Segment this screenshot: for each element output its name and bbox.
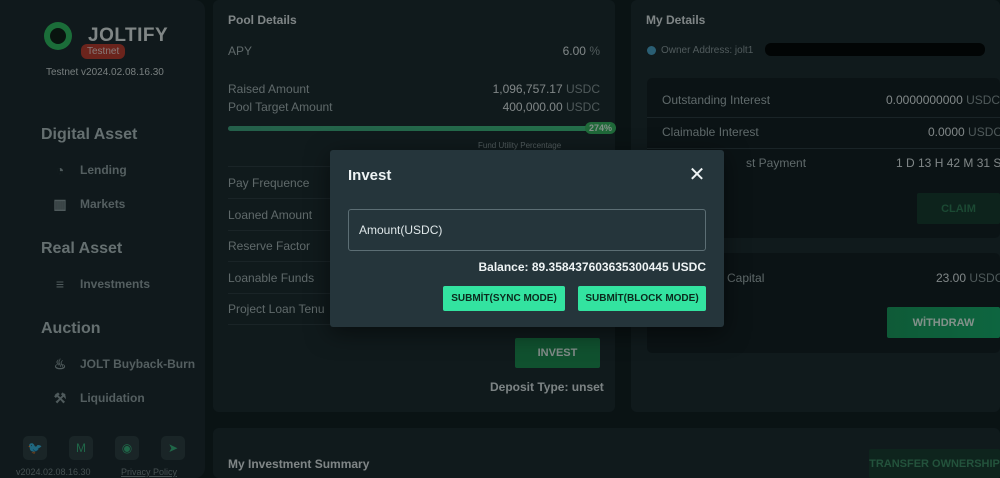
close-icon[interactable]: ✕ [687, 165, 707, 185]
submit-block-button[interactable]: SUBMİT(BLOCK MODE) [578, 286, 706, 311]
modal-title: Invest [348, 167, 392, 184]
invest-modal: Invest ✕ Balance: 89.358437603635300445 … [330, 150, 724, 327]
submit-sync-button[interactable]: SUBMİT(SYNC MODE) [443, 286, 565, 311]
amount-input[interactable] [348, 209, 706, 251]
balance-label: Balance: 89.358437603635300445 USDC [478, 260, 706, 274]
